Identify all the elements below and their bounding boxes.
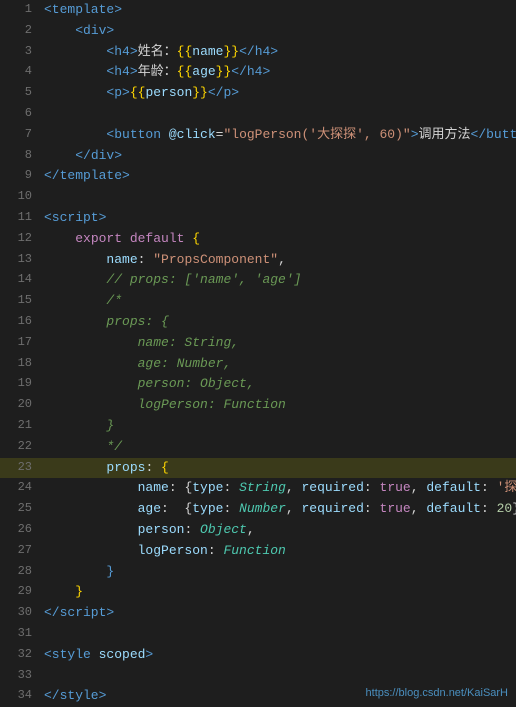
line-26: 26 person: Object, <box>0 520 516 541</box>
line-17: 17 name: String, <box>0 333 516 354</box>
watermark: https://blog.csdn.net/KaiSarH <box>366 687 508 699</box>
line-13: 13 name: "PropsComponent", <box>0 250 516 271</box>
line-24: 24 name: {type: String, required: true, … <box>0 478 516 499</box>
line-2: 2 <div> <box>0 21 516 42</box>
line-7: 7 <button @click="logPerson('大探探', 60)">… <box>0 125 516 146</box>
line-16: 16 props: { <box>0 312 516 333</box>
line-5: 5 <p>{{person}}</p> <box>0 83 516 104</box>
code-editor: 1 <template> 2 <div> 3 <h4>姓名：{{name}}</… <box>0 0 516 707</box>
line-28: 28 } <box>0 562 516 583</box>
line-1: 1 <template> <box>0 0 516 21</box>
line-30: 30 </script> <box>0 603 516 624</box>
line-4: 4 <h4>年龄：{{age}}</h4> <box>0 62 516 83</box>
code-block: 1 <template> 2 <div> 3 <h4>姓名：{{name}}</… <box>0 0 516 707</box>
line-19: 19 person: Object, <box>0 374 516 395</box>
line-31: 31 <box>0 624 516 645</box>
line-32: 32 <style scoped> <box>0 645 516 666</box>
line-22: 22 */ <box>0 437 516 458</box>
line-25: 25 age: {type: Number, required: true, d… <box>0 499 516 520</box>
line-8: 8 </div> <box>0 146 516 167</box>
line-3: 3 <h4>姓名：{{name}}</h4> <box>0 42 516 63</box>
line-18: 18 age: Number, <box>0 354 516 375</box>
line-20: 20 logPerson: Function <box>0 395 516 416</box>
line-27: 27 logPerson: Function <box>0 541 516 562</box>
line-14: 14 // props: ['name', 'age'] <box>0 270 516 291</box>
line-33: 33 <box>0 666 516 687</box>
line-6: 6 <box>0 104 516 125</box>
line-15: 15 /* <box>0 291 516 312</box>
line-10: 10 <box>0 187 516 208</box>
line-12: 12 export default { <box>0 229 516 250</box>
line-9: 9 </template> <box>0 166 516 187</box>
line-23: 23 props: { <box>0 458 516 479</box>
line-29: 29 } <box>0 582 516 603</box>
line-11: 11 <script> <box>0 208 516 229</box>
line-21: 21 } <box>0 416 516 437</box>
